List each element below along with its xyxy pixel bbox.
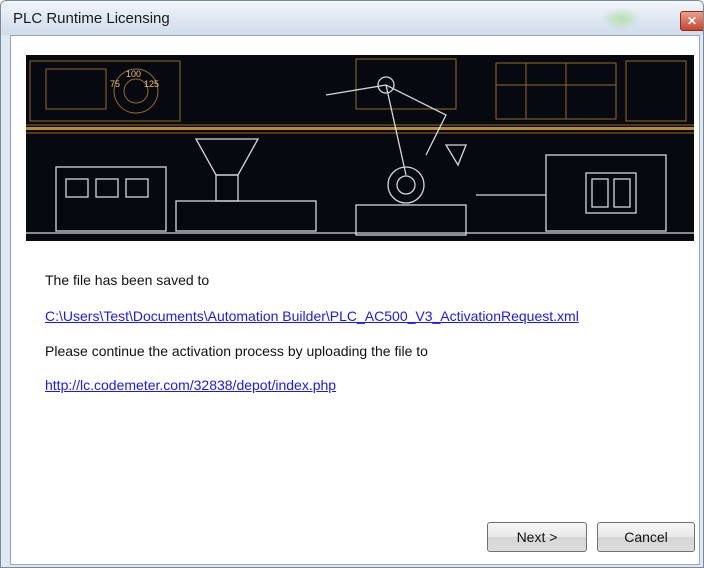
close-button[interactable]: ✕: [680, 11, 703, 31]
banner-rail: [26, 127, 694, 130]
close-icon: ✕: [686, 14, 698, 28]
banner-number: 75: [110, 79, 120, 89]
cancel-button[interactable]: Cancel: [597, 522, 695, 552]
title-bar-glow: [601, 7, 641, 31]
file-path-link[interactable]: C:\Users\Test\Documents\Automation Build…: [45, 308, 579, 324]
continue-message: Please continue the activation process b…: [45, 343, 428, 359]
licensing-dialog: PLC Runtime Licensing ✕ 75 100 125 The f…: [0, 0, 704, 568]
saved-message: The file has been saved to: [45, 272, 210, 288]
dialog-content: 75 100 125 The file has been saved to C:…: [10, 35, 700, 565]
machinery-lines: [26, 76, 694, 236]
upload-url-link[interactable]: http://lc.codemeter.com/32838/depot/inde…: [45, 377, 336, 393]
next-button[interactable]: Next >: [487, 522, 587, 552]
banner-number: 100: [126, 69, 141, 79]
banner-number: 125: [144, 79, 159, 89]
title-bar[interactable]: PLC Runtime Licensing ✕: [1, 1, 703, 35]
window-title: PLC Runtime Licensing: [13, 10, 170, 27]
banner-illustration: 75 100 125: [26, 58, 694, 236]
industrial-banner-image: 75 100 125: [26, 55, 694, 241]
